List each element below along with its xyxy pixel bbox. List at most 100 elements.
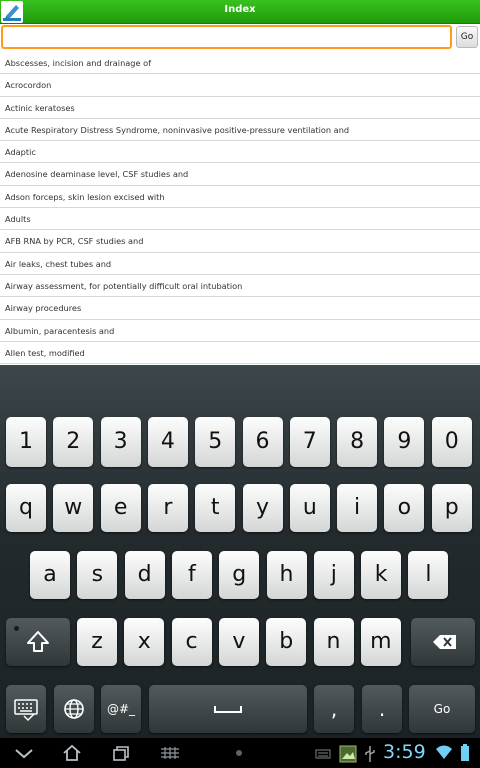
letter-key[interactable]: r (147, 484, 188, 532)
number-key[interactable]: 0 (431, 417, 472, 467)
system-nav-bar: 3:59 (0, 738, 480, 768)
letter-key[interactable]: a (30, 551, 70, 599)
keyboard-icon (14, 699, 38, 722)
letter-key[interactable]: p (431, 484, 472, 532)
letter-key-label: v (232, 629, 246, 654)
list-item[interactable]: Adenosine deaminase level, CSF studies a… (0, 163, 480, 186)
period-key[interactable]: . (362, 685, 402, 733)
number-key[interactable]: 2 (53, 417, 94, 467)
list-item[interactable]: AFB RNA by PCR, CSF studies and (0, 230, 480, 253)
keyboard-settings-key[interactable] (6, 685, 46, 733)
letter-key-label: n (326, 629, 341, 654)
letter-key-label: s (91, 562, 104, 587)
backspace-icon (433, 635, 456, 649)
recent-apps-icon[interactable] (110, 743, 132, 763)
number-key-label: 9 (397, 429, 412, 454)
letter-key-label: l (425, 562, 432, 587)
go-key[interactable]: Go (409, 685, 475, 733)
app-screen: Index Go Abscesses, incision and drainag… (0, 0, 480, 768)
soft-keyboard: @#_ , . Go 1 2 3 4 5 6 7 8 9 0 q w e r t y u i o p a s d f g h j k l… (0, 365, 480, 738)
letter-key[interactable]: b (266, 618, 307, 666)
list-item[interactable]: Allen test, modified (0, 342, 480, 365)
search-go-button[interactable]: Go (456, 26, 478, 48)
letter-key[interactable]: k (361, 551, 402, 599)
letter-key-label: x (137, 629, 151, 654)
number-key[interactable]: 9 (384, 417, 425, 467)
menu-grid-icon[interactable] (158, 743, 182, 763)
title-bar: Index (0, 0, 480, 24)
letter-key[interactable]: w (53, 484, 94, 532)
letter-key[interactable]: e (100, 484, 141, 532)
letter-key[interactable]: f (171, 551, 212, 599)
letter-key-label: w (64, 495, 83, 520)
index-list: Abscesses, incision and drainage of Acroc… (0, 52, 480, 365)
letter-key[interactable]: z (77, 618, 117, 666)
letter-key[interactable]: h (266, 551, 307, 599)
letter-key-label: f (188, 562, 196, 587)
home-icon[interactable] (61, 743, 83, 763)
backspace-key[interactable] (411, 618, 475, 666)
letter-key-label: j (330, 562, 337, 587)
space-key[interactable] (149, 685, 307, 733)
letter-key[interactable]: n (313, 618, 354, 666)
wifi-icon (436, 745, 452, 759)
number-key[interactable]: 4 (147, 417, 188, 467)
letter-key[interactable]: m (360, 618, 401, 666)
number-key[interactable]: 7 (289, 417, 330, 467)
list-item[interactable]: Adson forceps, skin lesion excised with (0, 186, 480, 209)
list-item[interactable]: Adaptic (0, 141, 480, 164)
number-key-label: 0 (444, 429, 459, 454)
letter-key-label: q (19, 495, 33, 520)
list-item[interactable]: Acute Respiratory Distress Syndrome, non… (0, 119, 480, 142)
letter-key[interactable]: t (195, 484, 236, 532)
number-key-label: 1 (19, 429, 33, 454)
letter-key[interactable]: l (408, 551, 449, 599)
list-item[interactable]: Adults (0, 208, 480, 231)
letter-key[interactable]: c (171, 618, 212, 666)
list-item[interactable]: Abscesses, incision and drainage of (0, 52, 480, 75)
dot-indicator-icon (236, 750, 242, 756)
letter-key[interactable]: g (219, 551, 260, 599)
letter-key-label: b (279, 629, 294, 654)
shift-key[interactable] (6, 618, 70, 666)
number-key[interactable]: 8 (337, 417, 378, 467)
letter-key[interactable]: i (337, 484, 378, 532)
number-key-label: 6 (255, 429, 270, 454)
number-key-label: 8 (350, 429, 365, 454)
letter-key[interactable]: s (77, 551, 118, 599)
list-item[interactable]: Air leaks, chest tubes and (0, 253, 480, 275)
back-icon[interactable] (12, 744, 36, 762)
letter-key-label: r (163, 495, 173, 520)
list-item[interactable]: Actinic keratoses (0, 97, 480, 119)
number-key[interactable]: 1 (6, 417, 46, 467)
letter-key-label: o (397, 495, 412, 520)
language-key[interactable] (54, 685, 94, 733)
letter-key[interactable]: j (313, 551, 354, 599)
comma-key[interactable]: , (314, 685, 354, 733)
number-key[interactable]: 6 (242, 417, 283, 467)
list-item[interactable]: Airway procedures (0, 297, 480, 320)
battery-icon (461, 744, 469, 761)
symbols-key[interactable]: @#_ (101, 685, 141, 733)
letter-key[interactable]: o (384, 484, 425, 532)
number-key-label: 4 (160, 429, 175, 454)
list-item[interactable]: Albumin, paracentesis and (0, 320, 480, 342)
letter-key-label: e (113, 495, 128, 520)
letter-key-label: k (374, 562, 388, 587)
number-key[interactable]: 5 (195, 417, 236, 467)
search-bar: Go (0, 24, 480, 52)
letter-key[interactable]: d (124, 551, 165, 599)
gallery-notification-icon[interactable] (339, 744, 357, 764)
status-clock: 3:59 (383, 741, 426, 763)
letter-key[interactable]: v (218, 618, 259, 666)
list-item[interactable]: Airway assessment, for potentially diffi… (0, 275, 480, 298)
search-input[interactable] (1, 25, 452, 49)
letter-key[interactable]: y (242, 484, 283, 532)
letter-key[interactable]: x (124, 618, 165, 666)
letter-key[interactable]: u (289, 484, 330, 532)
number-key-label: 7 (302, 429, 317, 454)
number-key[interactable]: 3 (100, 417, 141, 467)
list-item[interactable]: Acrocordon (0, 74, 480, 97)
letter-key[interactable]: q (6, 484, 46, 532)
page-title: Index (224, 4, 256, 15)
